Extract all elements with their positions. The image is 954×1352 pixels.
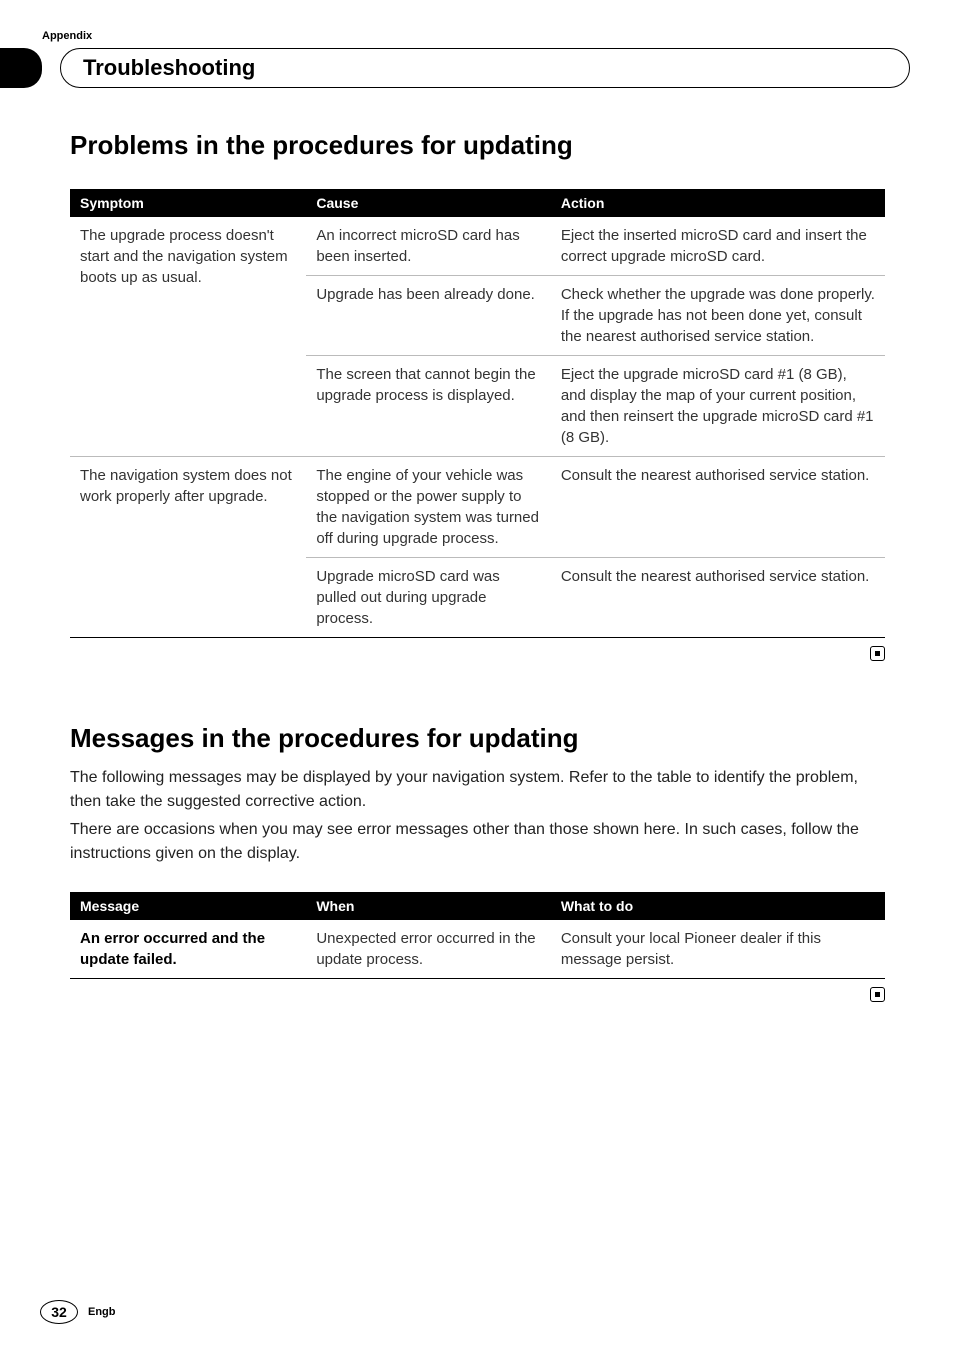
problems-table: Symptom Cause Action The upgrade process… bbox=[70, 189, 885, 638]
cell-cause: Upgrade has been already done. bbox=[306, 276, 551, 356]
appendix-label: Appendix bbox=[42, 30, 92, 42]
th-when: When bbox=[306, 892, 551, 920]
cell-action: Eject the upgrade microSD card #1 (8 GB)… bbox=[551, 356, 885, 457]
cell-action: Check whether the upgrade was done prope… bbox=[551, 276, 885, 356]
cell-cause: The engine of your vehicle was stopped o… bbox=[306, 457, 551, 558]
title-bar: Troubleshooting bbox=[0, 48, 954, 88]
cell-cause: An incorrect microSD card has been inser… bbox=[306, 217, 551, 276]
cell-action: Consult the nearest authorised service s… bbox=[551, 457, 885, 558]
main-content: Problems in the procedures for updating … bbox=[70, 130, 885, 1002]
section-end-marker bbox=[70, 644, 885, 661]
cell-message: An error occurred and the update failed. bbox=[70, 920, 306, 979]
section2-heading: Messages in the procedures for updating bbox=[70, 723, 885, 754]
table-header-row: Symptom Cause Action bbox=[70, 189, 885, 217]
section2-intro1: The following messages may be displayed … bbox=[70, 766, 885, 814]
cell-action: Consult the nearest authorised service s… bbox=[551, 558, 885, 638]
section-end-marker bbox=[70, 985, 885, 1002]
section2-intro2: There are occasions when you may see err… bbox=[70, 818, 885, 866]
page-footer: 32 Engb bbox=[40, 1300, 116, 1324]
cell-action: Eject the inserted microSD card and inse… bbox=[551, 217, 885, 276]
messages-table: Message When What to do An error occurre… bbox=[70, 892, 885, 979]
th-symptom: Symptom bbox=[70, 189, 306, 217]
th-action: Action bbox=[551, 189, 885, 217]
table-row: The navigation system does not work prop… bbox=[70, 457, 885, 558]
cell-cause: Upgrade microSD card was pulled out duri… bbox=[306, 558, 551, 638]
title-pill: Troubleshooting bbox=[60, 48, 910, 88]
cell-when: Unexpected error occurred in the update … bbox=[306, 920, 551, 979]
cell-symptom: The navigation system does not work prop… bbox=[70, 457, 306, 638]
end-marker-icon bbox=[870, 646, 885, 661]
page-number: 32 bbox=[40, 1300, 78, 1324]
side-tab bbox=[0, 48, 42, 88]
page-title: Troubleshooting bbox=[83, 55, 255, 81]
table-row: An error occurred and the update failed.… bbox=[70, 920, 885, 979]
cell-what: Consult your local Pioneer dealer if thi… bbox=[551, 920, 885, 979]
end-marker-icon bbox=[870, 987, 885, 1002]
section1-heading: Problems in the procedures for updating bbox=[70, 130, 885, 161]
page-lang: Engb bbox=[88, 1306, 116, 1318]
table-row: The upgrade process doesn't start and th… bbox=[70, 217, 885, 276]
th-cause: Cause bbox=[306, 189, 551, 217]
th-message: Message bbox=[70, 892, 306, 920]
cell-symptom: The upgrade process doesn't start and th… bbox=[70, 217, 306, 457]
table-header-row: Message When What to do bbox=[70, 892, 885, 920]
th-what: What to do bbox=[551, 892, 885, 920]
cell-cause: The screen that cannot begin the upgrade… bbox=[306, 356, 551, 457]
